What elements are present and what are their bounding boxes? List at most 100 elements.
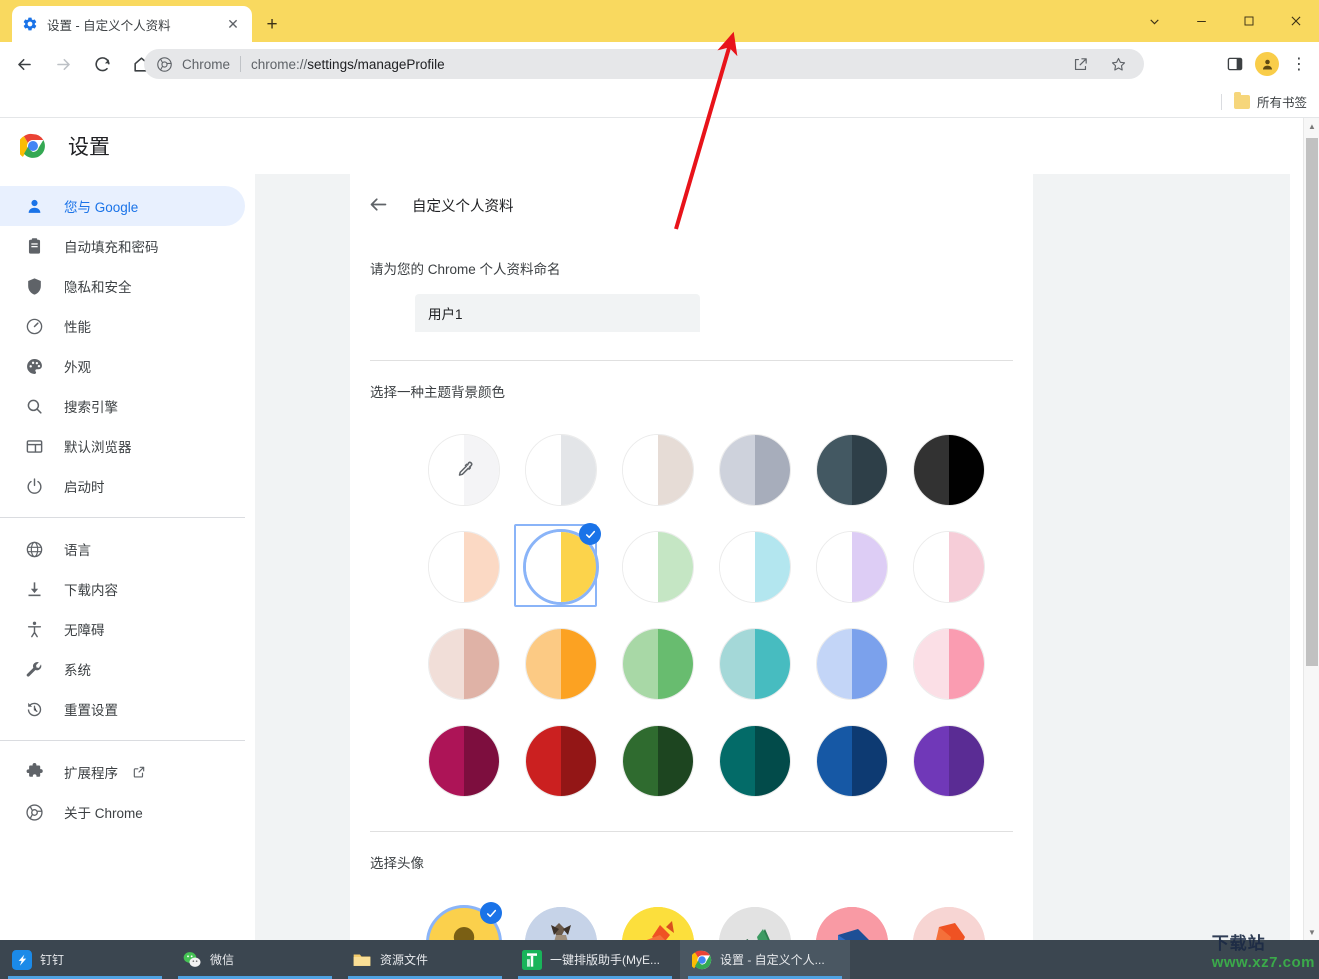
sidebar-item-languages[interactable]: 语言 bbox=[0, 529, 245, 569]
sidebar-label: 扩展程序 bbox=[64, 766, 118, 781]
swatch-left-half bbox=[816, 434, 852, 505]
theme-swatch-red-dark[interactable] bbox=[512, 712, 609, 809]
theme-swatch-black[interactable] bbox=[900, 421, 997, 518]
theme-swatch-pale-peach[interactable] bbox=[415, 518, 512, 615]
sidebar-label: 隐私和安全 bbox=[64, 280, 132, 295]
back-arrow-icon[interactable] bbox=[368, 194, 390, 216]
taskbar-item-dingtalk[interactable]: 钉钉 bbox=[0, 940, 170, 979]
theme-swatch-blue[interactable] bbox=[803, 615, 900, 712]
avatar-option-origami-dog-avatar[interactable] bbox=[609, 894, 706, 940]
sidebar-item-search-engine[interactable]: 搜索引擎 bbox=[0, 386, 245, 426]
taskbar-item-wechat[interactable]: 微信 bbox=[170, 940, 340, 979]
theme-swatch-light-grey-blue[interactable] bbox=[706, 421, 803, 518]
share-icon[interactable] bbox=[1066, 50, 1094, 78]
sidebar-item-accessibility[interactable]: 无障碍 bbox=[0, 609, 245, 649]
avatar-option-default-person-avatar[interactable] bbox=[415, 894, 512, 940]
sidebar-item-reset-settings[interactable]: 重置设置 bbox=[0, 689, 245, 729]
side-panel-icon[interactable] bbox=[1221, 50, 1249, 78]
theme-swatch-slate-dark[interactable] bbox=[803, 421, 900, 518]
avatar bbox=[1255, 52, 1279, 76]
swatch-right-half bbox=[463, 628, 499, 699]
scroll-down-arrow[interactable]: ▼ bbox=[1304, 924, 1319, 940]
taskbar-item-label: 一键排版助手(MyE... bbox=[550, 953, 660, 967]
sidebar-item-you-and-google[interactable]: 您与 Google bbox=[0, 186, 245, 226]
theme-swatch-green[interactable] bbox=[609, 615, 706, 712]
theme-swatch-purple-dark[interactable] bbox=[900, 712, 997, 809]
sidebar-item-about-chrome[interactable]: 关于 Chrome bbox=[0, 792, 245, 832]
sidebar-item-on-startup[interactable]: 启动时 bbox=[0, 466, 245, 506]
bookmark-star-icon[interactable] bbox=[1104, 50, 1132, 78]
avatar-option-origami-dragon-avatar[interactable] bbox=[706, 894, 803, 940]
new-tab-button[interactable]: + bbox=[258, 11, 286, 39]
bookmarks-bar: 所有书签 bbox=[0, 86, 1319, 118]
sidebar-item-appearance[interactable]: 外观 bbox=[0, 346, 245, 386]
taskbar-item-folder[interactable]: 资源文件 bbox=[340, 940, 510, 979]
theme-swatch-white-beige[interactable] bbox=[609, 421, 706, 518]
sidebar-divider-1 bbox=[0, 517, 245, 518]
swatch-right-half bbox=[851, 531, 887, 602]
theme-swatch-pale-pink[interactable] bbox=[900, 518, 997, 615]
theme-swatch-pale-green[interactable] bbox=[609, 518, 706, 615]
omnibox-url-bold: settings bbox=[307, 56, 354, 72]
theme-swatch-dusty-rose[interactable] bbox=[415, 615, 512, 712]
theme-swatch-blue-dark[interactable] bbox=[803, 712, 900, 809]
theme-swatch-teal[interactable] bbox=[706, 615, 803, 712]
reload-button[interactable] bbox=[87, 49, 117, 79]
sidebar-item-extensions[interactable]: 扩展程序 bbox=[0, 752, 245, 792]
forward-button[interactable] bbox=[48, 49, 78, 79]
chrome-menu-button[interactable]: ⋮ bbox=[1285, 50, 1313, 78]
theme-swatch-circle bbox=[815, 530, 888, 603]
browser-tab[interactable]: 设置 - 自定义个人资料 ✕ bbox=[12, 6, 252, 42]
theme-swatch-custom-color-picker[interactable] bbox=[415, 421, 512, 518]
theme-swatch-orange[interactable] bbox=[512, 615, 609, 712]
scrollbar-thumb[interactable] bbox=[1306, 138, 1318, 666]
close-window-button[interactable] bbox=[1272, 0, 1319, 42]
theme-swatch-circle bbox=[524, 627, 597, 700]
sidebar-item-downloads[interactable]: 下载内容 bbox=[0, 569, 245, 609]
page-title: 设置 bbox=[68, 136, 110, 159]
search-icon bbox=[24, 396, 44, 416]
theme-swatch-white-grey[interactable] bbox=[512, 421, 609, 518]
sidebar-item-privacy-security[interactable]: 隐私和安全 bbox=[0, 266, 245, 306]
theme-swatch-forest-green-dark[interactable] bbox=[609, 712, 706, 809]
address-bar[interactable]: Chrome chrome://settings/manageProfile bbox=[144, 49, 1144, 79]
back-button[interactable] bbox=[9, 49, 39, 79]
taskbar-item-chrome[interactable]: 设置 - 自定义个人... bbox=[680, 940, 850, 979]
sidebar-label: 下载内容 bbox=[64, 583, 118, 598]
bookmark-separator bbox=[1220, 93, 1222, 110]
avatar-option-origami-elephant-avatar[interactable] bbox=[803, 894, 900, 940]
maximize-button[interactable] bbox=[1225, 0, 1272, 42]
theme-swatch-circle bbox=[427, 530, 500, 603]
avatar-option-origami-fox-avatar[interactable] bbox=[900, 894, 997, 940]
tab-title: 设置 - 自定义个人资料 bbox=[47, 18, 171, 33]
scroll-up-arrow[interactable]: ▲ bbox=[1304, 118, 1319, 134]
sidebar-item-default-browser[interactable]: 默认浏览器 bbox=[0, 426, 245, 466]
toolbar-right-actions: ⋮ bbox=[1221, 49, 1313, 79]
sidebar-item-system[interactable]: 系统 bbox=[0, 649, 245, 689]
theme-swatch-yellow[interactable] bbox=[512, 518, 609, 615]
profile-name-input[interactable]: 用户1 bbox=[415, 294, 700, 332]
theme-swatch-circle bbox=[815, 433, 888, 506]
accessibility-icon bbox=[24, 619, 44, 639]
sidebar-item-performance[interactable]: 性能 bbox=[0, 306, 245, 346]
all-bookmarks-button[interactable]: 所有书签 bbox=[1233, 91, 1307, 111]
tab-search-button[interactable] bbox=[1131, 0, 1178, 42]
theme-swatch-pale-lavender[interactable] bbox=[803, 518, 900, 615]
taskbar-item-typesetting-app[interactable]: 一键排版助手(MyE... bbox=[510, 940, 680, 979]
theme-swatch-circle bbox=[912, 530, 985, 603]
theme-swatch-pink[interactable] bbox=[900, 615, 997, 712]
page-scrollbar[interactable]: ▲ ▼ bbox=[1303, 118, 1319, 940]
theme-swatch-pale-cyan[interactable] bbox=[706, 518, 803, 615]
swatch-right-half bbox=[657, 725, 693, 796]
browser-toolbar: Chrome chrome://settings/manageProfile ⋮ bbox=[0, 42, 1319, 86]
theme-swatch-magenta-dark[interactable] bbox=[415, 712, 512, 809]
swatch-left-half bbox=[622, 628, 658, 699]
avatar-option-origami-cat-avatar[interactable] bbox=[512, 894, 609, 940]
minimize-button[interactable] bbox=[1178, 0, 1225, 42]
theme-swatch-teal-dark[interactable] bbox=[706, 712, 803, 809]
theme-swatch-circle bbox=[427, 724, 500, 797]
sidebar-label: 语言 bbox=[64, 543, 91, 558]
profile-avatar-button[interactable] bbox=[1253, 50, 1281, 78]
sidebar-item-autofill-passwords[interactable]: 自动填充和密码 bbox=[0, 226, 245, 266]
tab-close-icon[interactable]: ✕ bbox=[224, 15, 242, 33]
